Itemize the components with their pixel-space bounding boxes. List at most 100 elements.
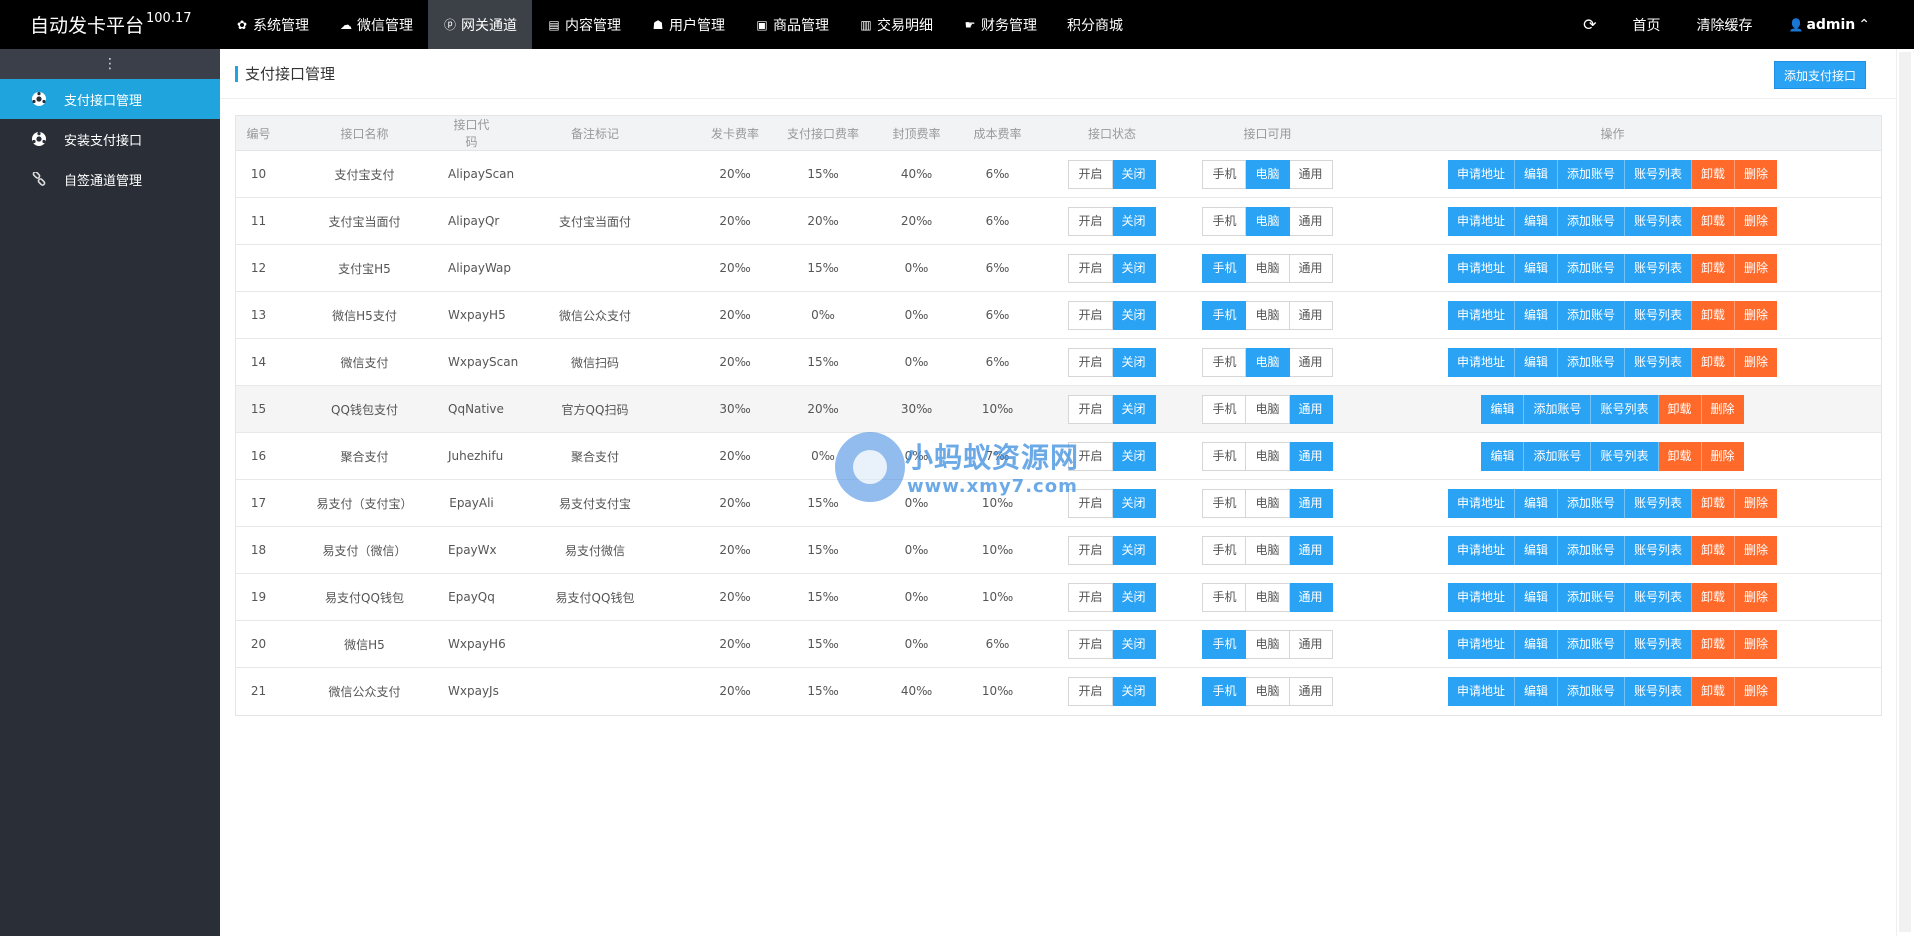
device-all-button[interactable]: 通用 [1289,206,1333,236]
delete-button[interactable]: 删除 [1735,159,1778,189]
account-list-button[interactable]: 账号列表 [1625,488,1693,518]
device-all-button[interactable]: 通用 [1289,347,1333,377]
status-off-button[interactable]: 关闭 [1112,253,1156,283]
apply-address-button[interactable]: 申请地址 [1447,300,1515,330]
device-mobile-button[interactable]: 手机 [1202,629,1247,659]
account-list-button[interactable]: 账号列表 [1591,441,1659,471]
status-on-button[interactable]: 开启 [1068,488,1113,518]
uninstall-button[interactable]: 卸载 [1692,488,1736,518]
device-mobile-button[interactable]: 手机 [1202,159,1247,189]
status-off-button[interactable]: 关闭 [1112,159,1156,189]
device-mobile-button[interactable]: 手机 [1202,394,1247,424]
device-mobile-button[interactable]: 手机 [1202,488,1247,518]
nav-item-7[interactable]: ☛ 财务管理 [948,0,1052,49]
device-pc-button[interactable]: 电脑 [1246,394,1290,424]
add-account-button[interactable]: 添加账号 [1557,206,1625,236]
delete-button[interactable]: 删除 [1735,253,1778,283]
delete-button[interactable]: 删除 [1735,535,1778,565]
device-pc-button[interactable]: 电脑 [1246,441,1290,471]
home-link[interactable]: 首页 [1614,0,1678,49]
add-account-button[interactable]: 添加账号 [1557,300,1625,330]
status-on-button[interactable]: 开启 [1068,347,1113,377]
edit-button[interactable]: 编辑 [1514,159,1558,189]
status-on-button[interactable]: 开启 [1068,582,1113,612]
account-list-button[interactable]: 账号列表 [1625,582,1693,612]
account-list-button[interactable]: 账号列表 [1591,394,1659,424]
device-mobile-button[interactable]: 手机 [1202,347,1247,377]
nav-item-8[interactable]: 积分商城 [1052,0,1138,49]
device-all-button[interactable]: 通用 [1289,253,1333,283]
delete-button[interactable]: 删除 [1735,676,1778,706]
apply-address-button[interactable]: 申请地址 [1447,676,1515,706]
add-account-button[interactable]: 添加账号 [1557,676,1625,706]
edit-button[interactable]: 编辑 [1481,441,1525,471]
uninstall-button[interactable]: 卸载 [1692,300,1736,330]
edit-button[interactable]: 编辑 [1514,300,1558,330]
nav-item-6[interactable]: ▥ 交易明细 [844,0,948,49]
status-on-button[interactable]: 开启 [1068,300,1113,330]
status-off-button[interactable]: 关闭 [1112,629,1156,659]
device-mobile-button[interactable]: 手机 [1202,253,1247,283]
uninstall-button[interactable]: 卸载 [1692,629,1736,659]
edit-button[interactable]: 编辑 [1514,206,1558,236]
device-pc-button[interactable]: 电脑 [1246,206,1290,236]
status-off-button[interactable]: 关闭 [1112,394,1156,424]
device-mobile-button[interactable]: 手机 [1202,206,1247,236]
uninstall-button[interactable]: 卸载 [1692,206,1736,236]
apply-address-button[interactable]: 申请地址 [1447,488,1515,518]
clear-cache-link[interactable]: 清除缓存 [1678,0,1770,49]
nav-item-3[interactable]: ▤ 内容管理 [532,0,636,49]
apply-address-button[interactable]: 申请地址 [1447,629,1515,659]
device-all-button[interactable]: 通用 [1289,441,1333,471]
delete-button[interactable]: 删除 [1735,347,1778,377]
edit-button[interactable]: 编辑 [1514,629,1558,659]
delete-button[interactable]: 删除 [1701,394,1744,424]
delete-button[interactable]: 删除 [1735,629,1778,659]
apply-address-button[interactable]: 申请地址 [1447,347,1515,377]
delete-button[interactable]: 删除 [1735,582,1778,612]
refresh-button[interactable]: ⟳ [1565,0,1614,49]
device-pc-button[interactable]: 电脑 [1246,676,1290,706]
account-list-button[interactable]: 账号列表 [1625,206,1693,236]
status-off-button[interactable]: 关闭 [1112,676,1156,706]
edit-button[interactable]: 编辑 [1514,535,1558,565]
device-all-button[interactable]: 通用 [1289,488,1333,518]
add-account-button[interactable]: 添加账号 [1557,488,1625,518]
uninstall-button[interactable]: 卸载 [1692,159,1736,189]
sidebar-item-2[interactable]: 自签通道管理 [0,159,220,199]
user-menu[interactable]: 👤 admin ⌃ [1770,0,1888,49]
add-account-button[interactable]: 添加账号 [1557,347,1625,377]
status-on-button[interactable]: 开启 [1068,441,1113,471]
sidebar-toggle[interactable]: ⋮ [0,49,220,79]
status-off-button[interactable]: 关闭 [1112,300,1156,330]
device-all-button[interactable]: 通用 [1289,300,1333,330]
delete-button[interactable]: 删除 [1735,300,1778,330]
status-on-button[interactable]: 开启 [1068,676,1113,706]
device-pc-button[interactable]: 电脑 [1246,347,1290,377]
account-list-button[interactable]: 账号列表 [1625,253,1693,283]
status-off-button[interactable]: 关闭 [1112,347,1156,377]
device-pc-button[interactable]: 电脑 [1246,488,1290,518]
delete-button[interactable]: 删除 [1735,488,1778,518]
brand-logo[interactable]: 自动发卡平台 100.17 [0,0,220,49]
apply-address-button[interactable]: 申请地址 [1447,206,1515,236]
nav-item-0[interactable]: ✿ 系统管理 [220,0,324,49]
status-off-button[interactable]: 关闭 [1112,535,1156,565]
device-all-button[interactable]: 通用 [1289,582,1333,612]
edit-button[interactable]: 编辑 [1514,488,1558,518]
status-on-button[interactable]: 开启 [1068,253,1113,283]
account-list-button[interactable]: 账号列表 [1625,159,1693,189]
device-all-button[interactable]: 通用 [1289,159,1333,189]
scrollbar-thumb[interactable] [1899,52,1911,932]
add-payment-interface-button[interactable]: 添加支付接口 [1773,61,1866,89]
status-on-button[interactable]: 开启 [1068,629,1113,659]
apply-address-button[interactable]: 申请地址 [1447,535,1515,565]
delete-button[interactable]: 删除 [1735,206,1778,236]
status-off-button[interactable]: 关闭 [1112,582,1156,612]
add-account-button[interactable]: 添加账号 [1557,159,1625,189]
nav-item-5[interactable]: ▣ 商品管理 [740,0,844,49]
add-account-button[interactable]: 添加账号 [1524,441,1592,471]
status-on-button[interactable]: 开启 [1068,206,1113,236]
status-on-button[interactable]: 开启 [1068,535,1113,565]
sidebar-item-0[interactable]: 支付接口管理 [0,79,220,119]
